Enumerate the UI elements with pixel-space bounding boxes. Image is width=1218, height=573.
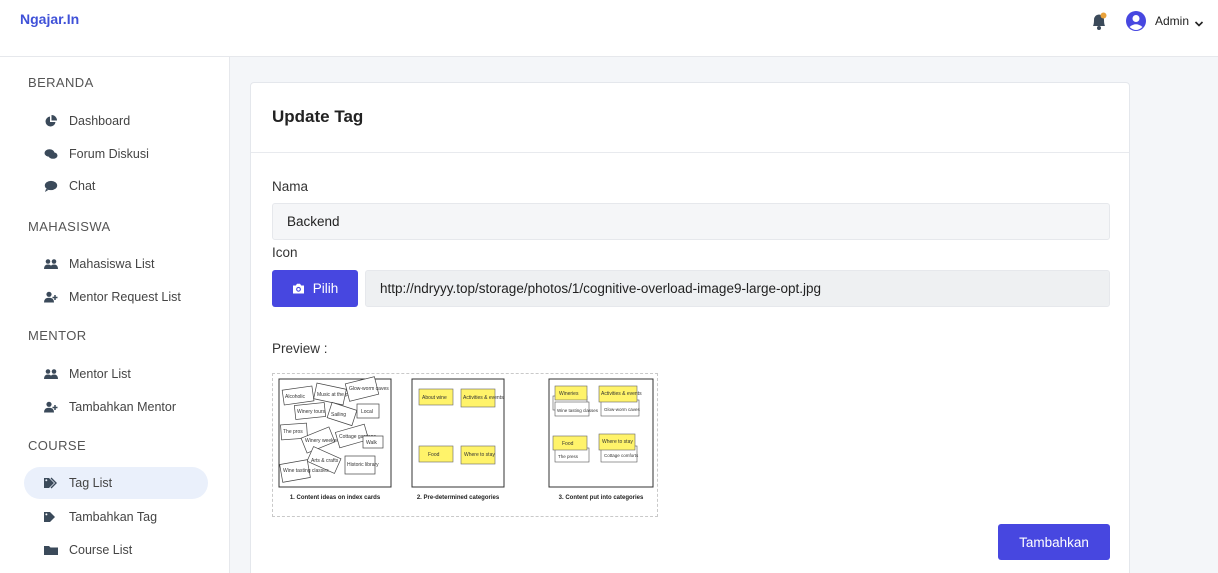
card-text: Walk: [366, 440, 377, 446]
card-text: Wine tasting classes: [283, 468, 329, 474]
chart-pie-icon: [44, 115, 58, 127]
icon-label: Icon: [272, 245, 298, 260]
sidebar-item-tambahkan-mentor[interactable]: Tambahkan Mentor: [24, 391, 208, 423]
card-text: Wineries: [559, 391, 579, 397]
sidebar-item-course-list[interactable]: Course List: [24, 534, 208, 566]
card-text: Activities & events: [463, 395, 504, 401]
sidebar-item-label: Course List: [69, 543, 133, 557]
bell-icon[interactable]: [1089, 11, 1109, 31]
preview-label: Preview :: [272, 341, 328, 356]
user-avatar-icon[interactable]: [1125, 10, 1147, 32]
page-title: Update Tag: [251, 83, 1129, 153]
user-name[interactable]: Admin: [1155, 14, 1189, 28]
sidebar-item-chat[interactable]: Chat: [24, 170, 208, 202]
sidebar-section-beranda: BERANDA: [28, 75, 94, 90]
pick-button-label: Pilih: [312, 281, 339, 296]
preview-caption: 2. Pre-determined categories: [417, 495, 500, 501]
preview-panel-3: Wine tasting classes Wineries Glow-worm …: [548, 378, 654, 501]
sidebar-item-label: Mentor Request List: [69, 290, 181, 304]
sidebar-item-label: Tambahkan Mentor: [69, 400, 177, 414]
brand-logo[interactable]: Ngajar.In: [20, 11, 79, 27]
comments-icon: [44, 148, 58, 160]
card-text: Wine tasting classes: [557, 408, 599, 413]
sidebar-item-mentor-request-list[interactable]: Mentor Request List: [24, 281, 208, 313]
top-navbar: Ngajar.In Admin: [0, 0, 1218, 57]
preview-image: Alcoholic Music at the pub Glow-worm cav…: [272, 373, 658, 517]
sidebar-item-label: Chat: [69, 179, 96, 193]
user-plus-icon: [44, 401, 58, 413]
sidebar-section-mahasiswa: MAHASISWA: [28, 219, 111, 234]
sidebar-item-label: Tambahkan Tag: [69, 510, 158, 524]
users-icon: [44, 368, 58, 380]
pick-icon-button[interactable]: Pilih: [272, 270, 358, 307]
card-text: Glow-worm caves: [604, 407, 641, 412]
update-tag-card: Update Tag Nama Backend Icon Pilih http:…: [250, 82, 1130, 573]
card-text: Where to stay: [602, 439, 633, 445]
sidebar: BERANDA Dashboard Forum Diskusi Chat MAH…: [0, 57, 230, 573]
card-text: Arts & crafts: [311, 458, 339, 464]
sidebar-item-label: Mentor List: [69, 367, 131, 381]
topbar-right: Admin: [1089, 10, 1204, 32]
tags-icon: [44, 477, 58, 489]
card-text: Glow-worm caves: [349, 386, 389, 392]
card-text: Winery tours: [297, 409, 326, 415]
sidebar-item-mentor-list[interactable]: Mentor List: [24, 358, 208, 390]
sidebar-item-label: Tag List: [69, 476, 113, 490]
icon-url-input[interactable]: http://ndryyy.top/storage/photos/1/cogni…: [365, 270, 1110, 307]
preview-caption: 1. Content ideas on index cards: [290, 495, 381, 501]
card-text: Local: [361, 409, 373, 415]
card-text: Winery weekend: [305, 438, 342, 444]
tag-icon: [44, 511, 58, 523]
sidebar-item-mahasiswa-list[interactable]: Mahasiswa List: [24, 248, 208, 280]
card-text: Food: [562, 441, 574, 447]
sidebar-item-label: Forum Diskusi: [69, 147, 149, 161]
sidebar-item-label: Dashboard: [69, 114, 131, 128]
card-text: The press: [558, 454, 579, 459]
user-plus-icon: [44, 291, 58, 303]
card-text: Alcoholic: [285, 394, 306, 400]
sidebar-item-forum-diskusi[interactable]: Forum Diskusi: [24, 138, 208, 170]
card-text: About wine: [422, 395, 447, 401]
card-text: Activities & events: [601, 391, 642, 397]
sidebar-section-course: COURSE: [28, 438, 87, 453]
chevron-down-icon[interactable]: [1194, 16, 1204, 27]
sidebar-item-tambahkan-tag[interactable]: Tambahkan Tag: [24, 501, 208, 533]
sidebar-section-mentor: MENTOR: [28, 328, 87, 343]
users-icon: [44, 258, 58, 270]
card-text: Food: [428, 452, 440, 458]
card-text: Historic library: [347, 462, 379, 468]
name-label: Nama: [272, 179, 309, 194]
sidebar-item-dashboard[interactable]: Dashboard: [24, 105, 208, 137]
folder-icon: [44, 544, 58, 556]
tambahkan-button[interactable]: Tambahkan: [998, 524, 1110, 560]
sidebar-item-label: Mahasiswa List: [69, 257, 155, 271]
comment-icon: [44, 180, 58, 192]
sidebar-item-tag-list[interactable]: Tag List: [24, 467, 208, 499]
card-text: Sailing: [331, 412, 346, 418]
card-text: The pros: [283, 429, 303, 435]
card-text: Cottage comforts: [604, 453, 639, 458]
preview-panel-2: About wine Activities & events Food Wher…: [411, 378, 505, 501]
name-input[interactable]: Backend: [272, 203, 1110, 240]
preview-panel-1: Alcoholic Music at the pub Glow-worm cav…: [278, 376, 392, 501]
preview-caption: 3. Content put into categories: [559, 495, 644, 501]
camera-icon: [292, 283, 304, 294]
card-text: Where to stay: [464, 452, 495, 458]
